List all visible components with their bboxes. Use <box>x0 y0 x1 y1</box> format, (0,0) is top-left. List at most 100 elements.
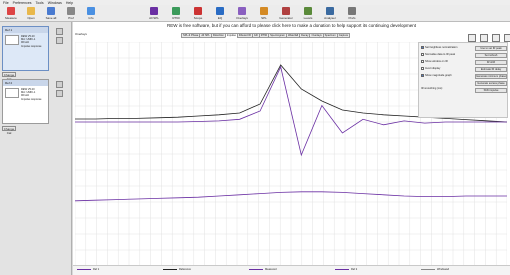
overlays-label: Overlays <box>75 32 87 36</box>
excess-phase-button[interactable]: Generate excess phase <box>475 81 507 86</box>
toolbar-button-eq[interactable]: EQ <box>211 6 229 21</box>
legend-label: Reference <box>179 268 191 271</box>
measurements-panel: Ref 1 REW V5.20 Mic: UMIK-1 96 kHz Impul… <box>0 22 72 275</box>
toolbar-button-save-all[interactable]: Save all <box>42 6 60 21</box>
menu-tools[interactable]: Tools <box>36 1 44 5</box>
legend-item[interactable]: Ref 1 <box>77 268 99 271</box>
toolbar-label: Levels <box>303 16 313 20</box>
measurement-title: Ref 2 <box>3 80 48 86</box>
legend-item[interactable]: Measured <box>249 268 277 271</box>
remove-icon[interactable] <box>56 81 63 88</box>
change-cal-button[interactable]: Change Cal <box>2 72 16 81</box>
toolbar-button-scope[interactable]: Scope <box>189 6 207 21</box>
spl-meter-icon <box>260 7 268 15</box>
toolbar-button-prefs[interactable]: Prefs <box>343 6 361 21</box>
toolbar-button-all-spl[interactable]: All SPL <box>145 6 163 21</box>
tab-spectrum[interactable]: Spectrum <box>322 33 338 38</box>
estimate-delay-button[interactable]: Estimate IR delay <box>475 67 507 72</box>
toolbar-button-levels[interactable]: Levels <box>299 6 317 21</box>
legend-swatch <box>163 269 177 270</box>
info-icon <box>87 7 95 15</box>
toolbar-label: Pref <box>68 16 74 20</box>
change-cal-button[interactable]: Change Cal <box>2 126 16 135</box>
toolbar-label: Open <box>27 16 35 20</box>
toolbar-button-open[interactable]: Open <box>22 6 40 21</box>
tab-capture[interactable]: Capture <box>336 33 351 38</box>
measure-icon <box>7 7 15 15</box>
check-magnitude[interactable]: Show magnitude graph <box>421 74 452 77</box>
graph-legend: Ref 1 Reference Measured Ref 2 Windowed <box>73 265 510 275</box>
tab-filtered-ir[interactable]: Filtered IR <box>236 33 253 38</box>
preferences-icon <box>67 7 75 15</box>
info-icon[interactable] <box>56 90 63 97</box>
legend-item[interactable]: Windowed <box>421 268 449 271</box>
toolbar-button-spl[interactable]: SPL <box>255 6 273 21</box>
remove-icon[interactable] <box>56 28 63 35</box>
set-refresh-button[interactable]: Set refresh <box>475 53 507 58</box>
checkbox[interactable] <box>421 53 424 56</box>
toolbar-button-info[interactable]: Info <box>82 6 100 21</box>
shift-impulse-button[interactable]: Shift impulse <box>475 88 507 93</box>
legend-label: Windowed <box>437 268 450 271</box>
graph-area: REW is free software, but if you can aff… <box>73 22 510 275</box>
toolbar-label: Scope <box>193 16 203 20</box>
legend-swatch <box>335 269 349 270</box>
menu-preferences[interactable]: Preferences <box>13 1 32 5</box>
check-show-window[interactable]: Show window on IR <box>421 60 448 63</box>
menu-file[interactable]: File <box>3 1 9 5</box>
check-invert[interactable]: Invert display <box>421 67 440 70</box>
min-phase-button[interactable]: Generate minimum phase <box>475 74 507 79</box>
analyser-icon <box>326 7 334 15</box>
legend-swatch <box>249 269 263 270</box>
toolbar-button-generator[interactable]: Generator <box>277 6 295 21</box>
tab-waterfall[interactable]: Waterfall <box>285 33 301 38</box>
toolbar-button-rt60[interactable]: RT60 <box>167 6 185 21</box>
toolbar-label: Overlays <box>236 16 248 20</box>
limits-icon[interactable] <box>492 34 500 42</box>
measurement-notes: REW V5.20 Mic: UMIK-1 96 kHz Impulse res… <box>21 88 42 101</box>
zoom-in-icon[interactable] <box>468 34 476 42</box>
toolbar-label: RT60 <box>172 16 180 20</box>
legend-item[interactable]: Reference <box>163 268 191 271</box>
open-folder-icon <box>27 7 35 15</box>
toolbar-label: Measure <box>5 16 17 20</box>
all-spl-icon <box>150 7 158 15</box>
legend-label: Measured <box>265 268 277 271</box>
measurement-notes: REW V5.20 Mic: UMIK-1 96 kHz Impulse res… <box>21 35 42 48</box>
graph-tools <box>468 34 510 42</box>
checkbox[interactable] <box>421 67 424 70</box>
menu-help[interactable]: Help <box>66 1 73 5</box>
measurement-thumbnail <box>5 88 19 98</box>
tab-spectrogram[interactable]: Spectrogram <box>268 33 287 38</box>
check-normalise-ir[interactable]: Normalise data to IR peak <box>421 53 455 56</box>
tab-distortion[interactable]: Distortion <box>210 33 226 38</box>
legend-item[interactable]: Ref 2 <box>335 268 357 271</box>
toolbar-button-pref[interactable]: Pref <box>62 6 80 21</box>
toolbar-label: Generator <box>279 16 293 20</box>
controls-icon[interactable] <box>504 34 510 42</box>
checkbox[interactable] <box>421 60 424 63</box>
info-icon[interactable] <box>56 37 63 44</box>
graph-tabs: SPL & Phase All SPL Distortion Impulse Filte… <box>181 33 351 38</box>
menu-windows[interactable]: Windows <box>48 1 62 5</box>
measurement-card[interactable]: Ref 1 REW V5.20 Mic: UMIK-1 96 kHz Impul… <box>2 26 49 71</box>
zoom-out-icon[interactable] <box>480 34 488 42</box>
tab-overlays[interactable]: Overlays <box>309 33 324 38</box>
toolbar-label: All SPL <box>149 16 159 20</box>
save-all-icon <box>47 7 55 15</box>
toolbar-label: SPL <box>261 16 267 20</box>
donation-banner[interactable]: REW is free software, but if you can aff… <box>73 22 510 29</box>
toolbar-button-measure[interactable]: Measure <box>2 6 20 21</box>
toolbar-button-analyser[interactable]: Analyser <box>321 6 339 21</box>
measurement-card[interactable]: Ref 2 REW V5.20 Mic: UMIK-1 96 kHz Impul… <box>2 79 49 124</box>
toolbar-button-overlays[interactable]: Overlays <box>233 6 251 21</box>
gear-icon <box>348 7 356 15</box>
ir-shift-button[interactable]: IR shift <box>475 60 507 65</box>
ir-peak-button[interactable]: Use to set IR peak <box>475 46 507 51</box>
legend-label: Ref 1 <box>93 268 100 271</box>
checkbox[interactable] <box>421 46 424 49</box>
checkbox[interactable] <box>421 74 424 77</box>
check-normalization[interactable]: Set heightless normalization <box>421 46 457 49</box>
tab-spl-phase[interactable]: SPL & Phase <box>181 33 201 38</box>
rt60-icon <box>172 7 180 15</box>
